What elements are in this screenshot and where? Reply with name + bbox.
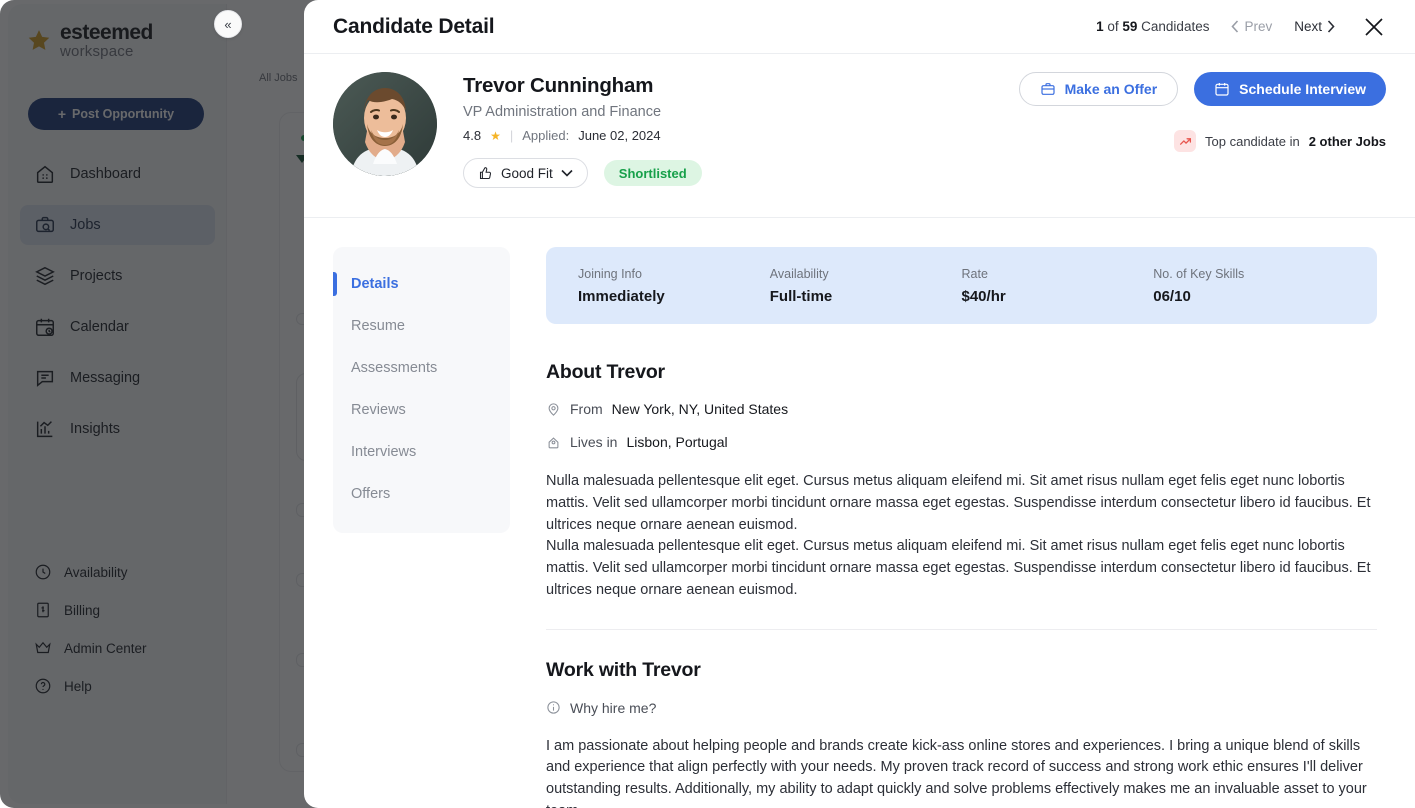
sidebar-collapse-button[interactable]: « <box>214 10 242 38</box>
schedule-interview-label: Schedule Interview <box>1239 81 1366 97</box>
tab-details[interactable]: Details <box>333 263 510 305</box>
from-location-row: From New York, NY, United States <box>546 401 1377 417</box>
tab-label: Offers <box>351 486 391 502</box>
info-label: Rate <box>961 266 988 281</box>
modal-header-actions: 1 of 59 Candidates Prev Next <box>1096 14 1387 40</box>
info-label: No. of Key Skills <box>1153 266 1245 281</box>
screen: esteemed workspace + Post Opportunity <box>0 0 1415 808</box>
about-paragraph-1: Nulla malesuada pellentesque elit eget. … <box>546 473 1371 533</box>
tab-resume[interactable]: Resume <box>333 305 510 347</box>
tab-reviews[interactable]: Reviews <box>333 389 510 431</box>
top-candidate-text: Top candidate in <box>1205 133 1300 149</box>
why-hire-label: Why hire me? <box>570 699 657 716</box>
about-section: About Trevor From New York, NY, United S… <box>546 361 1377 602</box>
modal-header: Candidate Detail 1 of 59 Candidates Prev… <box>304 0 1415 54</box>
candidate-actions: Make an Offer Schedule Interview Top can… <box>1018 70 1386 217</box>
home-pin-icon <box>548 436 559 448</box>
tab-label: Details <box>351 276 399 292</box>
make-offer-button[interactable]: Make an Offer <box>1018 72 1179 106</box>
candidate-photo <box>333 72 437 176</box>
info-cell-availability: Availability Full-time <box>770 267 962 305</box>
about-paragraph-2: Nulla malesuada pellentesque elit eget. … <box>546 538 1371 598</box>
counter-suffix: Candidates <box>1137 19 1210 34</box>
applied-label: Applied: <box>522 128 570 143</box>
counter-current: 1 <box>1096 19 1104 34</box>
info-value: $40/hr <box>961 287 1006 305</box>
info-cell-rate: Rate $40/hr <box>962 267 1154 305</box>
candidate-counter: 1 of 59 Candidates <box>1096 19 1209 34</box>
fit-label: Good Fit <box>501 165 553 181</box>
map-pin-icon <box>548 402 559 416</box>
tab-assessments[interactable]: Assessments <box>333 347 510 389</box>
star-icon: ★ <box>490 128 501 143</box>
trend-chip <box>1174 130 1197 152</box>
info-label: Availability <box>769 266 829 281</box>
info-summary-card: Joining Info Immediately Availability Fu… <box>546 247 1377 324</box>
candidate-meta: 4.8 ★ | Applied: June 02, 2024 <box>463 128 702 143</box>
close-icon <box>1365 17 1383 36</box>
tab-label: Resume <box>351 318 405 334</box>
candidate-info: Trevor Cunningham VP Administration and … <box>463 70 702 217</box>
applied-date: June 02, 2024 <box>578 128 661 143</box>
tab-offers[interactable]: Offers <box>333 473 510 515</box>
work-section: Work with Trevor Why hire me? I am passi… <box>546 659 1377 808</box>
info-label: Joining Info <box>578 266 642 281</box>
top-candidate-count: 2 other Jobs <box>1308 133 1386 149</box>
info-value: 06/10 <box>1153 287 1191 305</box>
make-offer-label: Make an Offer <box>1064 81 1158 97</box>
info-value: Immediately <box>578 287 665 305</box>
prev-label: Prev <box>1244 19 1273 34</box>
page-title: Candidate Detail <box>333 14 495 38</box>
chevron-right-icon <box>1327 20 1335 33</box>
fit-dropdown[interactable]: Good Fit <box>463 158 588 188</box>
tab-interviews[interactable]: Interviews <box>333 431 510 473</box>
schedule-interview-button[interactable]: Schedule Interview <box>1194 72 1386 106</box>
candidate-status-row: Good Fit Shortlisted <box>463 158 702 188</box>
next-candidate-button[interactable]: Next <box>1294 19 1335 34</box>
candidate-role: VP Administration and Finance <box>463 104 662 120</box>
candidate-detail-modal: Candidate Detail 1 of 59 Candidates Prev… <box>304 0 1415 808</box>
prev-candidate-button[interactable]: Prev <box>1231 19 1272 34</box>
candidate-profile: Trevor Cunningham VP Administration and … <box>304 54 1415 218</box>
divider: | <box>509 128 514 143</box>
lives-location-row: Lives in Lisbon, Portugal <box>546 434 1377 450</box>
counter-mid: of <box>1103 19 1123 34</box>
info-icon <box>547 701 560 714</box>
avatar <box>333 72 437 176</box>
tab-label: Reviews <box>351 402 406 418</box>
info-cell-joining: Joining Info Immediately <box>578 267 770 305</box>
close-button[interactable] <box>1361 14 1387 40</box>
chevron-left-icon <box>1231 20 1239 33</box>
tab-label: Interviews <box>351 444 417 460</box>
modal-body: Details Resume Assessments Reviews Inter… <box>304 218 1415 808</box>
top-candidate-note: Top candidate in 2 other Jobs <box>1174 130 1386 152</box>
why-hire-row: Why hire me? <box>546 700 1377 716</box>
lives-value: Lisbon, Portugal <box>626 434 728 450</box>
action-buttons: Make an Offer Schedule Interview <box>1018 72 1386 106</box>
next-label: Next <box>1294 19 1322 34</box>
thumbs-up-icon <box>479 166 492 179</box>
trending-up-icon <box>1179 137 1191 145</box>
details-content: Joining Info Immediately Availability Fu… <box>510 247 1415 808</box>
info-value: Full-time <box>769 287 833 305</box>
tab-label: Assessments <box>351 360 438 376</box>
section-divider <box>546 628 1377 630</box>
from-label: From <box>570 401 603 417</box>
briefcase-icon <box>1040 83 1055 95</box>
calendar-icon <box>1215 83 1229 96</box>
work-paragraph: I am passionate about helping people and… <box>546 737 1367 808</box>
detail-tabs: Details Resume Assessments Reviews Inter… <box>333 247 510 533</box>
about-title: About Trevor <box>546 361 665 383</box>
lives-label: Lives in <box>570 434 618 450</box>
from-value: New York, NY, United States <box>611 401 789 417</box>
counter-total: 59 <box>1122 19 1138 34</box>
chevron-down-icon <box>561 169 573 177</box>
candidate-name: Trevor Cunningham <box>463 74 654 97</box>
status-badge: Shortlisted <box>603 160 702 186</box>
rating-value: 4.8 <box>463 128 482 143</box>
work-title: Work with Trevor <box>546 658 701 681</box>
info-cell-key-skills: No. of Key Skills 06/10 <box>1153 267 1345 305</box>
